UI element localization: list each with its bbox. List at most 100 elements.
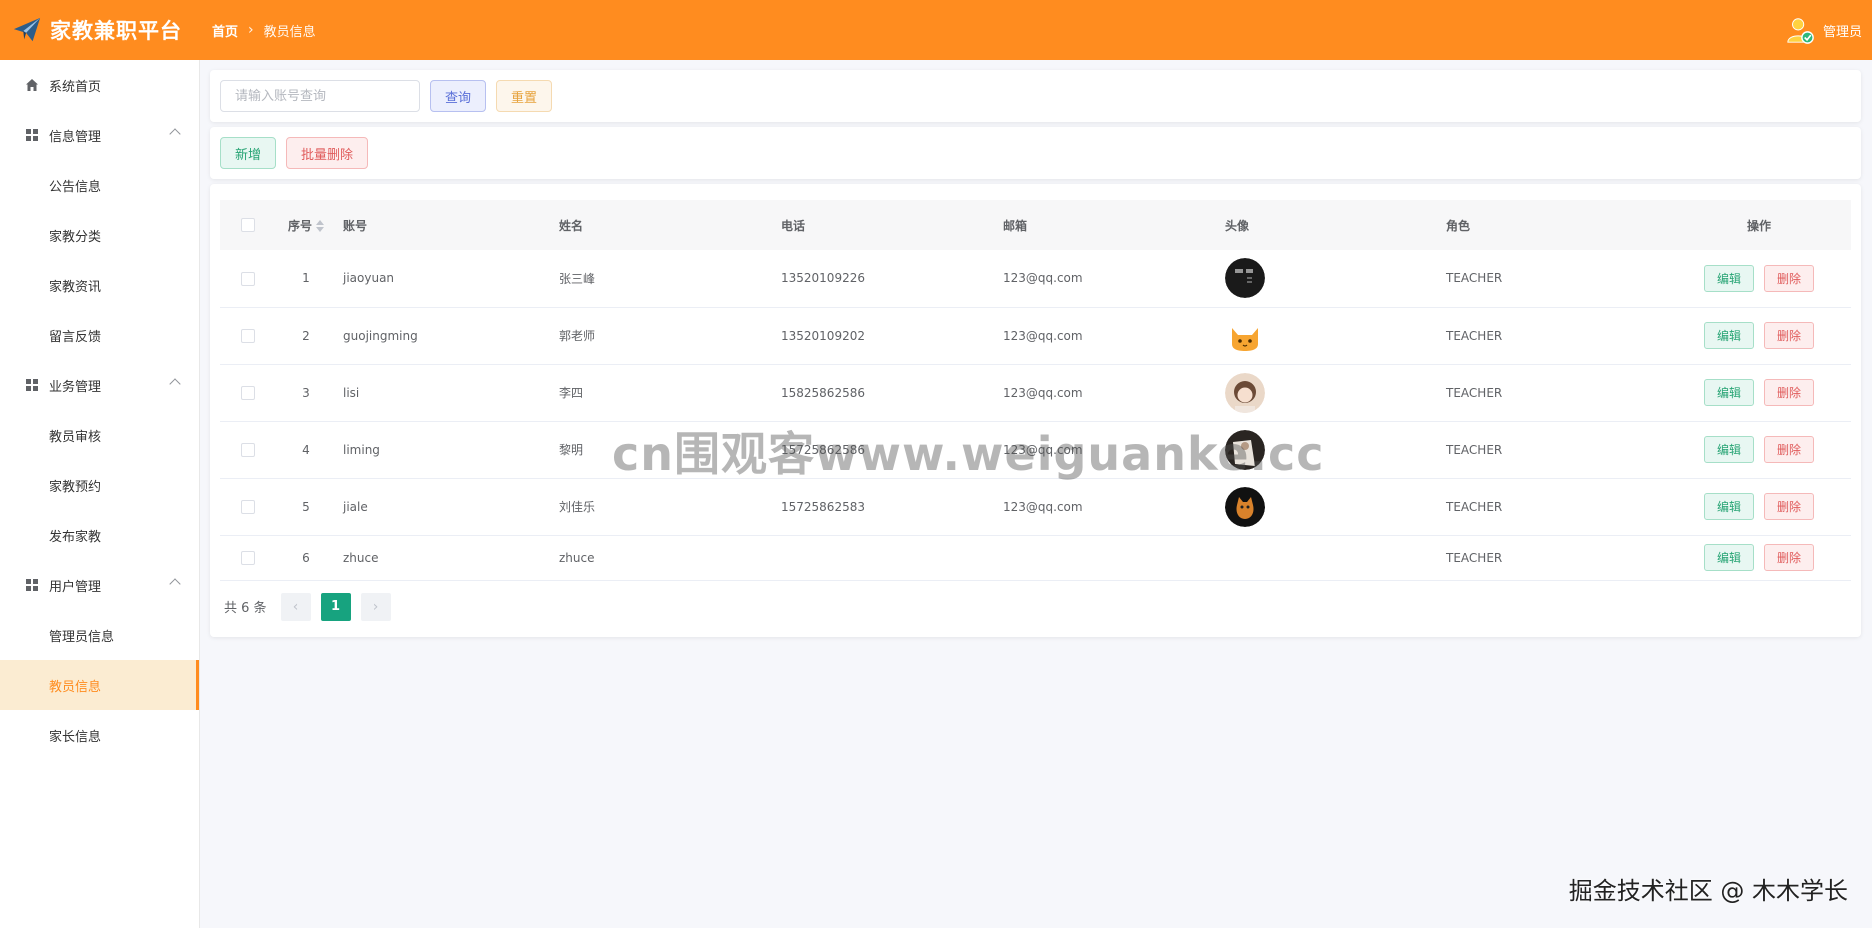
sidebar-item-label: 系统首页 (49, 79, 102, 95)
row-checkbox[interactable] (240, 328, 255, 343)
cell-no: 1 (275, 250, 337, 308)
sidebar-group-business[interactable]: 业务管理 (0, 360, 199, 410)
sidebar-item-category[interactable]: 家教分类 (0, 210, 199, 260)
cell-email: 123@qq.com (1003, 478, 1225, 536)
watermark: cn围观客www.weiguanke.cc (612, 427, 1325, 481)
avatar[interactable] (1225, 372, 1265, 413)
cell-account: jiale (337, 478, 559, 536)
delete-button[interactable]: 删除 (1764, 379, 1815, 406)
cell-role: TEACHER (1446, 421, 1667, 479)
chevron-up-icon (169, 378, 181, 390)
cell-name: 张三峰 (559, 250, 781, 308)
cell-no: 3 (275, 364, 337, 422)
delete-button[interactable]: 删除 (1764, 264, 1815, 292)
cell-account: liming (337, 421, 559, 479)
avatar[interactable] (1225, 258, 1265, 299)
cell-name: zhuce (559, 535, 781, 581)
cell-role: TEACHER (1446, 307, 1667, 365)
cell-role: TEACHER (1446, 364, 1667, 422)
paper-plane-icon (13, 17, 41, 42)
row-checkbox[interactable] (240, 271, 255, 286)
table-header-row: 序号 账号 姓名 电话 邮箱 头像 角色 操作 (220, 200, 1851, 250)
cell-role: TEACHER (1446, 535, 1667, 581)
breadcrumb-current: 教员信息 (263, 24, 316, 40)
delete-button[interactable]: 删除 (1764, 436, 1815, 463)
col-header-role: 角色 (1446, 218, 1471, 233)
sidebar-group-label: 用户管理 (49, 579, 102, 595)
page-number-current[interactable]: 1 (320, 592, 351, 621)
reset-button[interactable]: 重置 (496, 80, 553, 112)
sidebar-item-home[interactable]: 系统首页 (0, 60, 199, 110)
chevron-left-icon[interactable]: ‹ (280, 592, 311, 621)
cell-name: 刘佳乐 (559, 478, 781, 536)
col-header-no[interactable]: 序号 (275, 200, 337, 250)
sidebar-item-feedback[interactable]: 留言反馈 (0, 310, 199, 360)
add-button[interactable]: 新增 (220, 137, 277, 169)
top-header: 家教兼职平台 首页 › 教员信息 管理员 (0, 0, 1872, 60)
col-header-email: 邮箱 (1003, 218, 1028, 233)
sidebar-item-notice[interactable]: 公告信息 (0, 160, 199, 210)
toolbar: 新增 批量删除 (210, 127, 1861, 179)
cell-account: zhuce (337, 535, 559, 581)
breadcrumb-home[interactable]: 首页 (212, 21, 238, 40)
sidebar-item-news[interactable]: 家教资讯 (0, 260, 199, 310)
col-header-name: 姓名 (559, 218, 584, 233)
cell-role: TEACHER (1446, 478, 1667, 536)
row-checkbox[interactable] (240, 385, 255, 400)
sort-icon[interactable] (316, 220, 324, 232)
table-row: 1 jiaoyuan 张三峰 13520109226 123@qq.com TE… (220, 250, 1851, 308)
sidebar-group-info[interactable]: 信息管理 (0, 110, 199, 160)
batch-delete-button[interactable]: 批量删除 (286, 137, 369, 169)
chevron-up-icon (169, 578, 181, 590)
pagination: 共 6 条 ‹ 1 › (220, 592, 1851, 621)
delete-button[interactable]: 删除 (1764, 322, 1815, 349)
table-card: 序号 账号 姓名 电话 邮箱 头像 角色 操作 1 jiaoyuan 张三峰 1… (210, 184, 1861, 637)
row-checkbox[interactable] (240, 550, 255, 565)
delete-button[interactable]: 删除 (1764, 493, 1815, 520)
query-button[interactable]: 查询 (430, 80, 487, 112)
row-checkbox[interactable] (240, 499, 255, 514)
edit-button[interactable]: 编辑 (1703, 493, 1754, 520)
pagination-total: 共 6 条 (224, 601, 267, 616)
row-checkbox[interactable] (240, 442, 255, 457)
cell-name: 郭老师 (559, 307, 781, 365)
user-menu[interactable]: 管理员 (1785, 0, 1862, 60)
logo[interactable]: 家教兼职平台 (0, 15, 200, 45)
edit-button[interactable]: 编辑 (1703, 322, 1754, 349)
footer-watermark: 掘金技术社区 @ 木木学长 (1568, 877, 1848, 905)
avatar[interactable] (1225, 486, 1265, 527)
cell-account: lisi (337, 364, 559, 422)
home-icon (24, 77, 40, 93)
cell-email: 123@qq.com (1003, 250, 1225, 308)
grid-icon (24, 127, 40, 143)
edit-button[interactable]: 编辑 (1703, 436, 1754, 463)
sidebar-item-booking[interactable]: 家教预约 (0, 460, 199, 510)
cell-account: jiaoyuan (337, 250, 559, 308)
delete-button[interactable]: 删除 (1764, 544, 1815, 571)
avatar[interactable] (1225, 315, 1265, 356)
cell-phone: 15825862586 (781, 364, 1003, 422)
grid-icon (24, 377, 40, 393)
col-header-actions: 操作 (1746, 218, 1771, 233)
col-header-avatar: 头像 (1225, 218, 1250, 233)
col-header-phone: 电话 (781, 218, 806, 233)
edit-button[interactable]: 编辑 (1703, 544, 1754, 571)
teacher-table: 序号 账号 姓名 电话 邮箱 头像 角色 操作 1 jiaoyuan 张三峰 1… (220, 200, 1851, 581)
cell-avatar-empty (1225, 535, 1446, 581)
sidebar-item-teachers[interactable]: 教员信息 (0, 660, 199, 710)
edit-button[interactable]: 编辑 (1703, 264, 1754, 292)
cell-phone: 13520109202 (781, 307, 1003, 365)
edit-button[interactable]: 编辑 (1703, 379, 1754, 406)
select-all-checkbox[interactable] (240, 218, 255, 233)
sidebar-item-teacher-review[interactable]: 教员审核 (0, 410, 199, 460)
chevron-right-icon[interactable]: › (360, 592, 391, 621)
search-input[interactable] (220, 80, 420, 112)
sidebar-item-parents[interactable]: 家长信息 (0, 710, 199, 760)
sidebar-item-admins[interactable]: 管理员信息 (0, 610, 199, 660)
cell-phone: 13520109226 (781, 250, 1003, 308)
cell-no: 4 (275, 421, 337, 479)
cell-phone (781, 535, 1003, 581)
table-row: 3 lisi 李四 15825862586 123@qq.com TEACHER… (220, 364, 1851, 422)
sidebar-group-users[interactable]: 用户管理 (0, 560, 199, 610)
sidebar-item-publish[interactable]: 发布家教 (0, 510, 199, 560)
